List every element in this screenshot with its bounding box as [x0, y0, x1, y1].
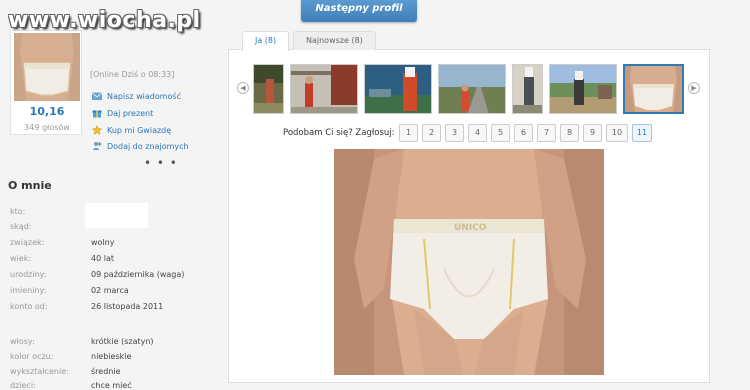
vote-button[interactable]: 1 — [399, 124, 418, 142]
buy-star-link[interactable]: Kup mi Gwiazdę — [92, 125, 171, 135]
avatar[interactable] — [14, 33, 80, 101]
online-status: [Online Dziś o 08:33] — [90, 70, 175, 79]
vote-button[interactable]: 5 — [491, 124, 510, 142]
info-value: 02 marca — [91, 286, 129, 295]
vote-button[interactable]: 4 — [468, 124, 487, 142]
vote-button[interactable]: 2 — [422, 124, 441, 142]
next-profile-button[interactable]: Następny profil — [301, 0, 417, 22]
info-key: wiek: — [10, 254, 32, 263]
chevron-left-icon[interactable]: ◀ — [237, 82, 249, 94]
vote-button[interactable]: 7 — [537, 124, 556, 142]
add-friend-icon — [92, 142, 102, 150]
info-key: konto od: — [10, 302, 48, 311]
tab-newest[interactable]: Najnowsze (8) — [293, 31, 376, 50]
redacted-box — [85, 203, 148, 228]
vote-button-selected[interactable]: 11 — [632, 124, 652, 142]
photo-thumbnail[interactable] — [253, 64, 284, 114]
info-key: wykształcenie: — [10, 367, 69, 376]
about-title: O mnie — [8, 179, 52, 192]
photo-thumbnail[interactable] — [512, 64, 543, 114]
info-key: dzieci: — [10, 381, 36, 390]
vote-button[interactable]: 9 — [583, 124, 602, 142]
tab-mine[interactable]: Ja (8) — [242, 31, 290, 51]
rating-value: 10,16 — [29, 105, 65, 118]
vote-button[interactable]: 6 — [514, 124, 533, 142]
info-key: włosy: — [10, 337, 35, 346]
photo-thumbnail[interactable] — [549, 64, 617, 114]
info-value: chce mieć — [91, 381, 132, 390]
send-message-label: Napisz wiadomość — [107, 91, 181, 101]
send-message-link[interactable]: Napisz wiadomość — [92, 91, 181, 101]
info-value: niebieskie — [91, 352, 132, 361]
add-friend-link[interactable]: Dodaj do znajomych — [92, 141, 189, 151]
info-value: krótkie (szatyn) — [91, 337, 154, 346]
info-value: 40 lat — [91, 254, 114, 263]
info-key: urodziny: — [10, 270, 47, 279]
photo-thumbnail-selected[interactable] — [623, 64, 684, 114]
main-photo[interactable]: UNICO — [334, 149, 604, 375]
buy-star-label: Kup mi Gwiazdę — [107, 125, 172, 135]
info-key: imieniny: — [10, 286, 47, 295]
envelope-icon — [92, 92, 102, 100]
photo-thumbnail[interactable] — [364, 64, 432, 114]
info-key: kolor oczu: — [10, 352, 54, 361]
profile-sidebar: 10,16 349 głosów [Online Dziś o 08:33] N… — [0, 0, 228, 390]
star-icon — [92, 125, 102, 135]
vote-button[interactable]: 10 — [606, 124, 628, 142]
info-value: 09 października (waga) — [91, 270, 185, 279]
avatar-card: 10,16 349 głosów — [10, 30, 82, 135]
photo-thumbnail[interactable] — [438, 64, 506, 114]
vote-label: Podobam Ci się? Zagłosuj: — [283, 128, 395, 138]
chevron-right-icon[interactable]: ▶ — [688, 82, 700, 94]
votes-count: 349 głosów — [24, 123, 70, 132]
info-value: 26 listopada 2011 — [91, 302, 164, 311]
gift-icon — [92, 110, 102, 118]
give-gift-label: Daj prezent — [107, 108, 154, 118]
give-gift-link[interactable]: Daj prezent — [92, 108, 153, 118]
svg-text:UNICO: UNICO — [454, 223, 487, 233]
info-value: średnie — [91, 367, 121, 376]
add-friend-label: Dodaj do znajomych — [107, 141, 189, 151]
info-value: wolny — [91, 238, 115, 247]
more-actions-button[interactable]: • • • — [144, 156, 178, 170]
info-key: skąd: — [10, 222, 32, 231]
vote-button[interactable]: 8 — [560, 124, 579, 142]
info-key: związek: — [10, 238, 45, 247]
photo-thumbnail[interactable] — [290, 64, 358, 114]
watermark-logo: www.wiocha.pl — [8, 8, 201, 33]
info-key: kto: — [10, 207, 26, 216]
vote-button[interactable]: 3 — [445, 124, 464, 142]
